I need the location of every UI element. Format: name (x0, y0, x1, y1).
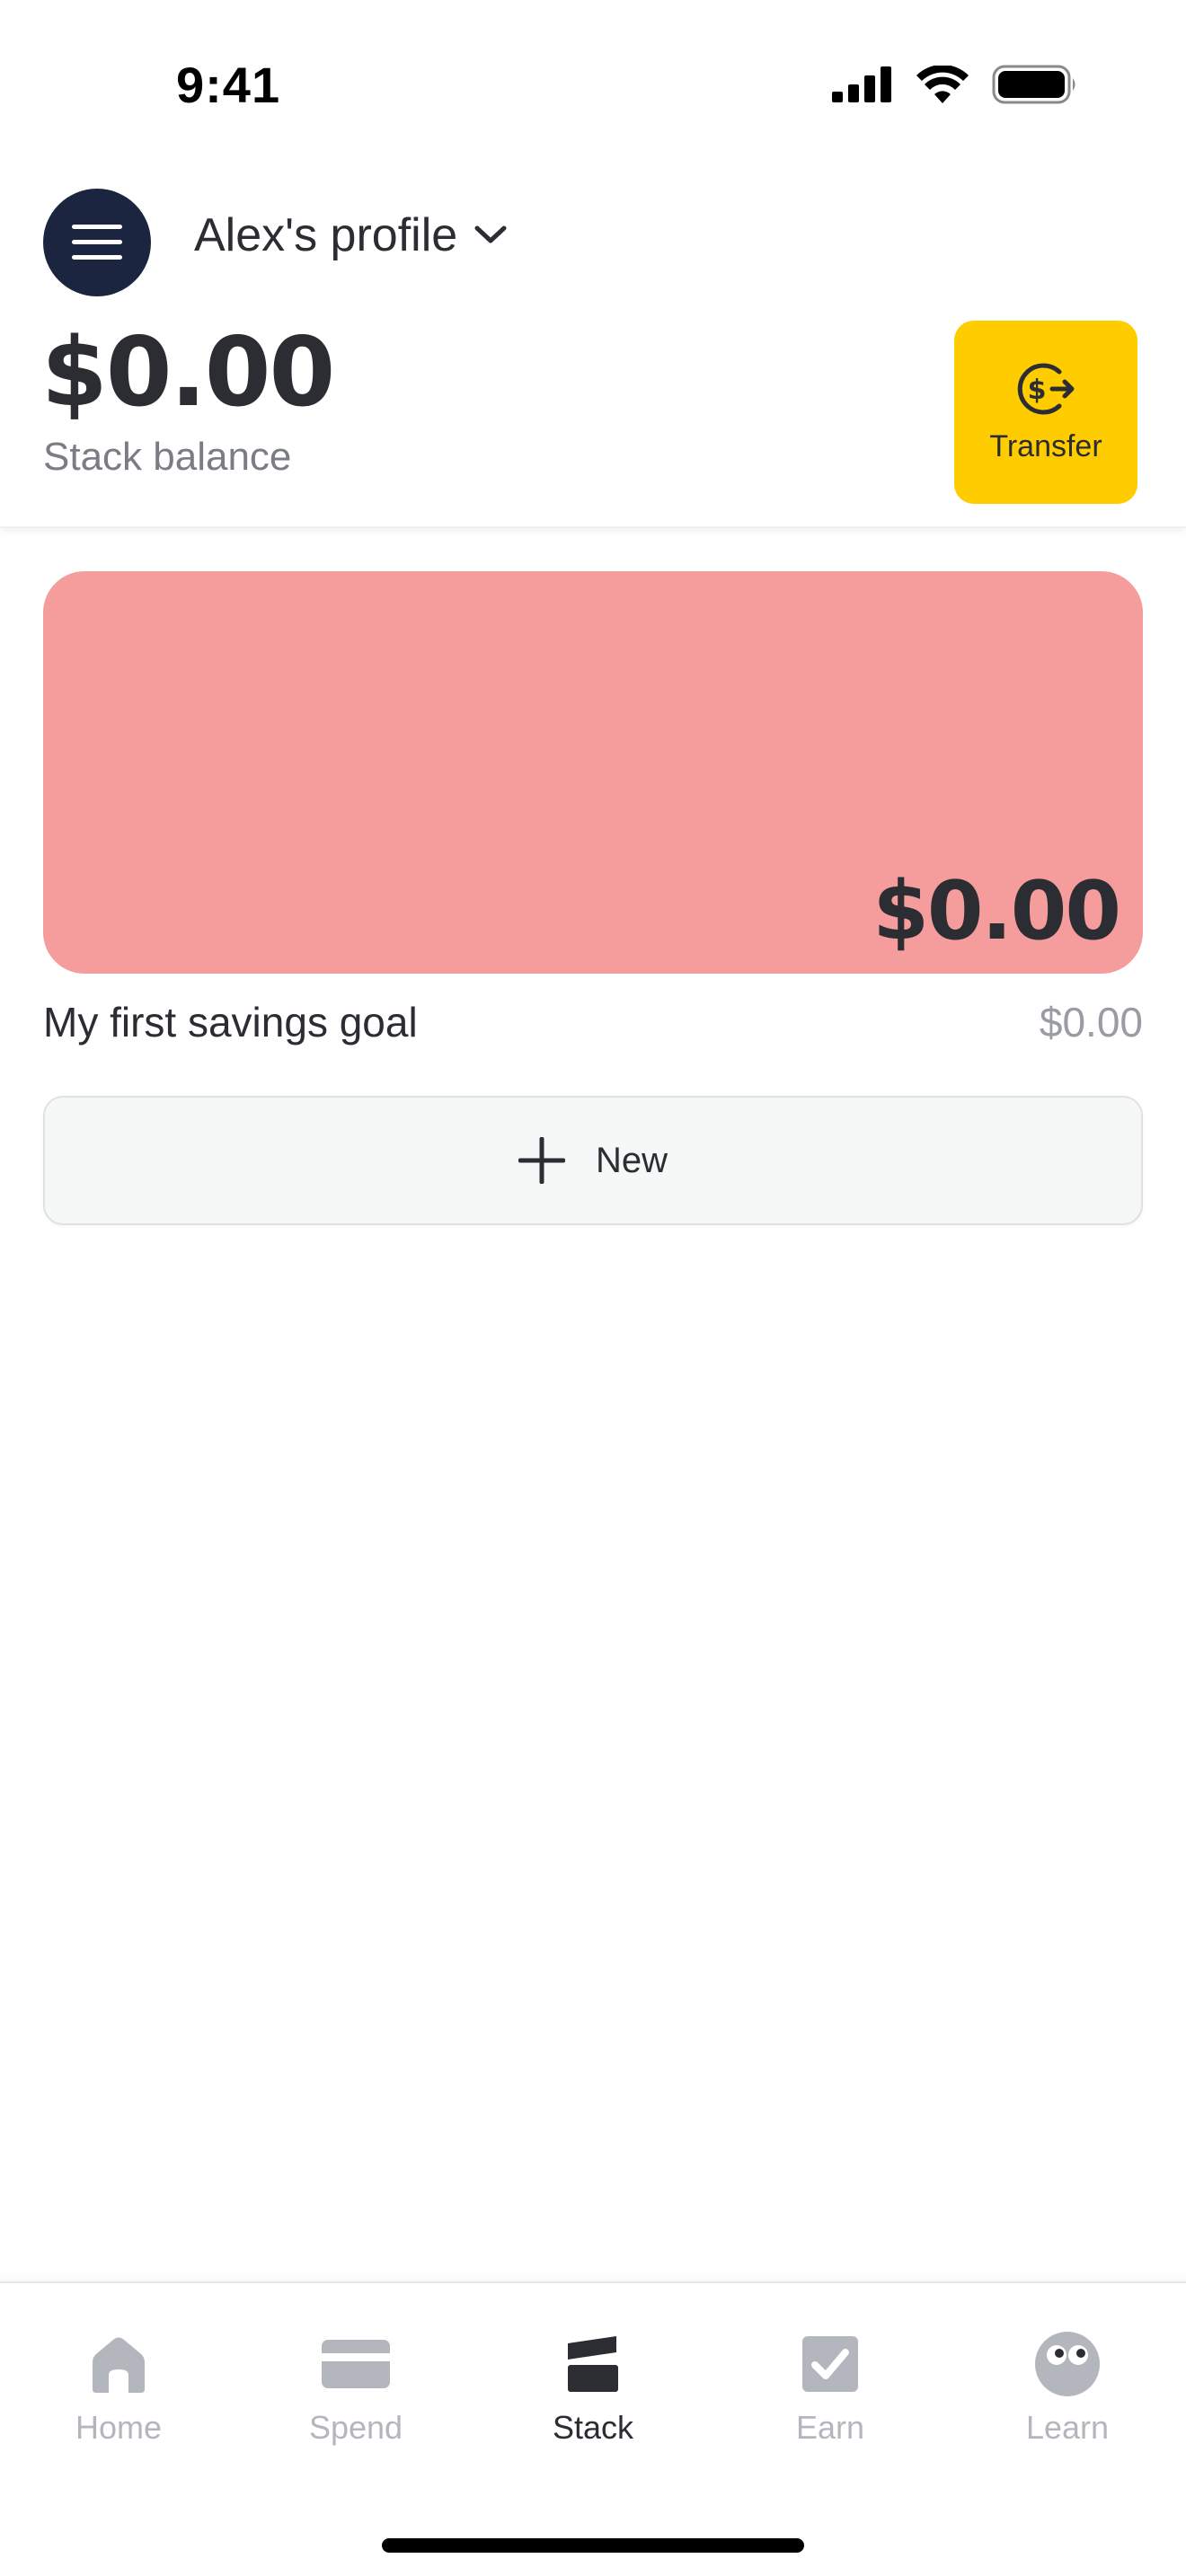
home-indicator[interactable] (382, 2538, 804, 2553)
goal-amount: $0.00 (1039, 999, 1143, 1045)
transfer-dollar-icon: $ (1017, 363, 1075, 414)
cellular-signal-icon (832, 66, 891, 102)
profile-switcher[interactable]: Alex's profile (194, 208, 508, 262)
tab-home[interactable]: Home (20, 2328, 217, 2463)
plus-icon (518, 1137, 565, 1184)
tab-home-label: Home (75, 2409, 163, 2446)
savings-goal-card[interactable]: $0.00 (43, 571, 1143, 974)
goal-card-amount: $0.00 (872, 864, 1121, 958)
tab-spend[interactable]: Spend (257, 2328, 455, 2463)
transfer-button[interactable]: $ Transfer (954, 321, 1137, 504)
svg-text:$: $ (1028, 375, 1047, 406)
chevron-down-icon (474, 225, 507, 243)
hamburger-icon (72, 225, 122, 260)
savings-goal-row[interactable]: My first savings goal $0.00 (43, 995, 1143, 1049)
eyes-icon (1035, 2332, 1100, 2396)
stack-icon (568, 2336, 618, 2392)
stack-balance-label: Stack balance (43, 435, 292, 479)
card-icon (322, 2340, 390, 2388)
tab-learn[interactable]: Learn (969, 2328, 1166, 2463)
menu-button[interactable] (43, 189, 151, 296)
battery-icon (992, 65, 1075, 104)
transfer-label: Transfer (989, 428, 1102, 463)
stack-balance-amount: $0.00 (41, 317, 335, 428)
tab-stack-label: Stack (552, 2409, 634, 2446)
goal-name: My first savings goal (43, 999, 418, 1045)
wifi-icon (916, 66, 969, 103)
status-icons (832, 65, 1078, 104)
status-bar: 9:41 (0, 0, 1186, 171)
status-time: 9:41 (176, 57, 281, 113)
profile-name: Alex's profile (194, 209, 458, 261)
balance-header: Alex's profile $0.00 Stack balance $ Tra… (0, 171, 1186, 528)
tab-earn-label: Earn (795, 2409, 865, 2446)
tab-stack[interactable]: Stack (494, 2328, 692, 2463)
new-goal-label: New (595, 1140, 668, 1180)
tab-learn-label: Learn (1025, 2409, 1110, 2446)
stack-screen: 9:41 Alex's profile $0.00 Stack balance … (0, 0, 1186, 2576)
checkbox-icon (802, 2336, 858, 2392)
home-icon (93, 2337, 145, 2393)
tab-bar: Home Spend Stack Earn Learn (0, 2281, 1186, 2576)
tab-spend-label: Spend (308, 2409, 403, 2446)
new-goal-button[interactable]: New (43, 1096, 1143, 1225)
tab-earn[interactable]: Earn (731, 2328, 929, 2463)
